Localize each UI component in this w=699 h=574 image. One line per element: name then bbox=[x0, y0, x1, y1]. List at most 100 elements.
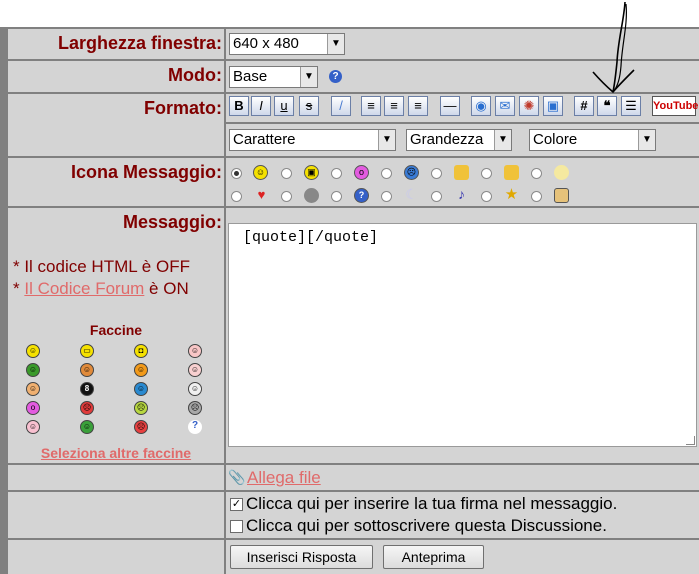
question-icon[interactable]: ? bbox=[354, 188, 369, 203]
italic-icon[interactable]: I bbox=[251, 96, 271, 116]
icon-radio-10[interactable] bbox=[331, 191, 342, 202]
chevron-down-icon[interactable]: ▼ bbox=[327, 34, 344, 54]
icon-radio-12[interactable] bbox=[431, 191, 442, 202]
strikethrough-icon[interactable]: s bbox=[299, 96, 319, 116]
code-icon[interactable]: # bbox=[574, 96, 594, 116]
smiley-blush[interactable]: ☺ bbox=[188, 344, 202, 358]
forum-code-prefix: * bbox=[13, 279, 25, 298]
smiley-shock[interactable]: o bbox=[26, 401, 40, 415]
forum-code-status: * Il Codice Forum è ON bbox=[13, 279, 189, 299]
smiley-question[interactable]: ? bbox=[188, 420, 202, 434]
message-label: Messaggio: bbox=[122, 212, 222, 232]
more-smileys-link[interactable]: Seleziona altre faccine bbox=[8, 445, 224, 461]
smiley-wink[interactable]: ☺ bbox=[134, 363, 148, 377]
icon-radio-2[interactable] bbox=[281, 168, 292, 179]
paperclip-icon[interactable]: 📎 bbox=[228, 469, 245, 486]
icon-radio-11[interactable] bbox=[381, 191, 392, 202]
message-icon-cell: ☺ ▣ o ☹ ♥ ? ☾ ♪ ★ bbox=[226, 158, 699, 206]
image-icon[interactable]: ▣ bbox=[543, 96, 563, 116]
icon-radio-4[interactable] bbox=[381, 168, 392, 179]
grin-icon[interactable]: ▣ bbox=[304, 165, 319, 180]
icon-radio-13[interactable] bbox=[481, 191, 492, 202]
icon-radio-9[interactable] bbox=[281, 191, 292, 202]
mouse-icon[interactable] bbox=[304, 188, 319, 203]
align-center-icon[interactable]: ≡ bbox=[384, 96, 404, 116]
surprised-icon[interactable]: o bbox=[354, 165, 369, 180]
underline-icon[interactable]: u bbox=[274, 96, 294, 116]
align-left-icon[interactable]: ≡ bbox=[361, 96, 381, 116]
list-icon[interactable]: ☰ bbox=[621, 96, 641, 116]
format-text-icon[interactable]: / bbox=[331, 96, 351, 116]
youtube-icon[interactable]: YouTube bbox=[652, 96, 698, 116]
smiley-tongue[interactable]: ☺ bbox=[26, 363, 40, 377]
email-icon[interactable]: ✉ bbox=[495, 96, 515, 116]
smiley-disapprove[interactable]: ☹ bbox=[188, 401, 202, 415]
format-cell: B I u s / ≡ ≡ ≡ — ◉ ✉ ✺ ▣ # ❝ ☰ YouTube … bbox=[226, 94, 699, 156]
smiley-8ball[interactable]: 8 bbox=[80, 382, 94, 396]
smiley-cool[interactable]: ◘ bbox=[134, 344, 148, 358]
chevron-down-icon[interactable]: ▼ bbox=[494, 130, 511, 150]
horizontal-rule-icon[interactable]: — bbox=[440, 96, 460, 116]
resize-handle-icon[interactable] bbox=[686, 436, 695, 445]
message-text: [quote][/quote] bbox=[243, 229, 379, 246]
preview-button[interactable]: Anteprima bbox=[383, 545, 484, 569]
icon-radio-1[interactable] bbox=[231, 168, 242, 179]
font-select[interactable]: Carattere ▼ bbox=[229, 129, 396, 151]
thumbs-up-icon[interactable] bbox=[504, 165, 519, 180]
html-code-value: OFF bbox=[155, 257, 190, 276]
attach-file-link[interactable]: Allega file bbox=[247, 468, 321, 488]
chevron-down-icon[interactable]: ▼ bbox=[300, 67, 317, 87]
icon-radio-5[interactable] bbox=[431, 168, 442, 179]
icon-radio-14[interactable] bbox=[531, 191, 542, 202]
icon-radio-6[interactable] bbox=[481, 168, 492, 179]
chevron-down-icon[interactable]: ▼ bbox=[638, 130, 655, 150]
smiley-sleepy[interactable]: ☺ bbox=[134, 382, 148, 396]
icon-radio-8[interactable] bbox=[231, 191, 242, 202]
star-icon[interactable]: ★ bbox=[504, 187, 519, 203]
subscribe-label: Clicca qui per sottoscrivere questa Disc… bbox=[246, 516, 607, 535]
window-width-select[interactable]: 640 x 480 ▼ bbox=[229, 33, 345, 55]
thumbs-down-icon[interactable] bbox=[454, 165, 469, 180]
chevron-down-icon[interactable]: ▼ bbox=[378, 130, 395, 150]
smiley-grid: ☺ ▭ ◘ ☺ ☺ ☺ ☺ ☺ ☺ 8 ☺ ☺ o ☹ ☹ ☹ ☺ ☺ ☹ ? bbox=[26, 344, 216, 440]
smiley-approve[interactable]: ☺ bbox=[80, 420, 94, 434]
smiley-clown[interactable]: ☺ bbox=[188, 363, 202, 377]
help-icon[interactable]: ? bbox=[329, 70, 342, 83]
smiley-sick[interactable]: ☹ bbox=[134, 401, 148, 415]
message-icon-label: Icona Messaggio: bbox=[70, 162, 222, 182]
sad-icon[interactable]: ☹ bbox=[404, 165, 419, 180]
smile-icon[interactable]: ☺ bbox=[253, 165, 268, 180]
flash-icon[interactable]: ✺ bbox=[519, 96, 539, 116]
smiley-mad[interactable]: ☹ bbox=[134, 420, 148, 434]
bold-icon[interactable]: B bbox=[229, 96, 249, 116]
light-bulb-icon[interactable] bbox=[554, 165, 569, 180]
subscribe-checkbox[interactable] bbox=[230, 520, 243, 533]
signature-label: Clicca qui per inserire la tua firma nel… bbox=[246, 494, 618, 513]
smiley-smile[interactable]: ☺ bbox=[26, 344, 40, 358]
options-cell: ✓ Clicca qui per inserire la tua firma n… bbox=[226, 492, 699, 538]
smiley-kisses[interactable]: ☺ bbox=[26, 420, 40, 434]
color-select[interactable]: Colore ▼ bbox=[529, 129, 656, 151]
forum-code-link[interactable]: Il Codice Forum bbox=[24, 279, 144, 298]
smiley-shy[interactable]: ☺ bbox=[80, 363, 94, 377]
heart-icon[interactable]: ♥ bbox=[254, 188, 269, 203]
globe-link-icon[interactable]: ◉ bbox=[471, 96, 491, 116]
align-right-icon[interactable]: ≡ bbox=[408, 96, 428, 116]
signature-checkbox[interactable]: ✓ bbox=[230, 498, 243, 511]
size-select[interactable]: Grandezza ▼ bbox=[406, 129, 512, 151]
smiley-grin[interactable]: ▭ bbox=[80, 344, 94, 358]
icon-radio-7[interactable] bbox=[531, 168, 542, 179]
mode-select[interactable]: Base ▼ bbox=[229, 66, 318, 88]
cake-icon[interactable] bbox=[554, 188, 569, 203]
submit-reply-button[interactable]: Inserisci Risposta bbox=[230, 545, 373, 569]
icon-radio-3[interactable] bbox=[331, 168, 342, 179]
music-note-icon[interactable]: ♪ bbox=[454, 187, 469, 203]
smiley-dead[interactable]: ☺ bbox=[188, 382, 202, 396]
mode-value: Base bbox=[233, 68, 268, 85]
smiley-evil[interactable]: ☺ bbox=[26, 382, 40, 396]
message-textarea[interactable]: [quote][/quote] bbox=[228, 223, 697, 447]
quote-icon[interactable]: ❝ bbox=[597, 96, 617, 116]
moon-icon[interactable]: ☾ bbox=[404, 187, 419, 203]
smileys-title: Faccine bbox=[89, 322, 143, 338]
smiley-angry[interactable]: ☹ bbox=[80, 401, 94, 415]
